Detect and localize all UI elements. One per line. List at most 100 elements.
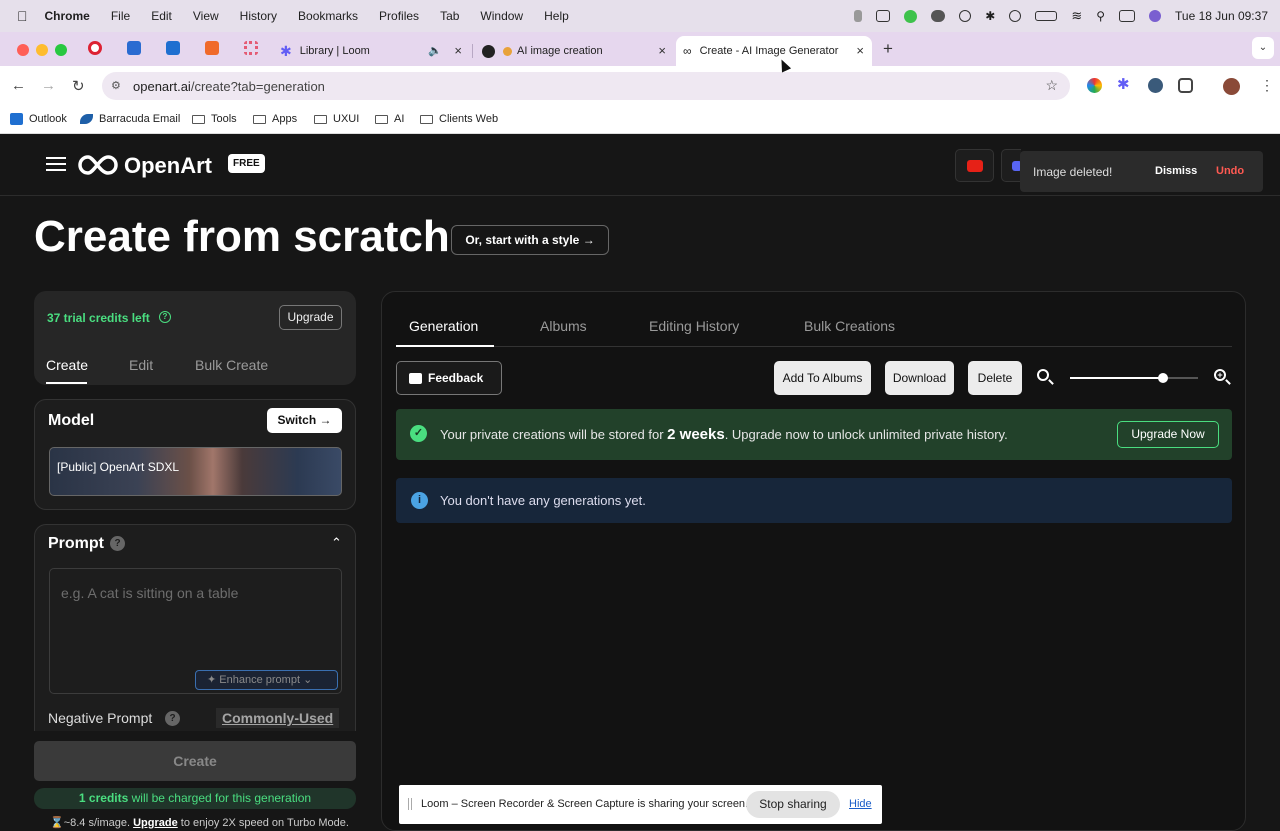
tab-ai-close-icon[interactable]: × (658, 43, 666, 58)
main-tab-albums[interactable]: Albums (540, 318, 587, 334)
hide-link[interactable]: Hide (849, 798, 872, 810)
user-icon[interactable] (1009, 10, 1022, 22)
feedback-button[interactable]: Feedback (396, 361, 502, 395)
logo-text[interactable]: OpenArt (124, 153, 212, 179)
delete-button[interactable]: Delete (968, 361, 1022, 395)
tab-openart-create[interactable]: ∞ Create - AI Image Generator | × (676, 36, 872, 66)
reload-icon[interactable]: ↻ (72, 77, 85, 95)
bluetooth-icon[interactable]: ✱ (985, 9, 995, 23)
negative-help-icon[interactable]: ? (165, 711, 180, 726)
openart-logo-icon[interactable] (76, 153, 120, 177)
menu-file[interactable]: File (111, 9, 130, 23)
pinned-tab-docs-icon[interactable] (127, 41, 141, 55)
commonly-used-button[interactable]: Commonly-Used (216, 708, 340, 728)
check-circle-icon: ✓ (410, 425, 427, 442)
upgrade-button[interactable]: Upgrade (279, 305, 342, 330)
pinned-tab-record-icon[interactable] (88, 41, 102, 55)
loom-extension-icon[interactable]: ✱ (1117, 75, 1132, 93)
mic-icon[interactable] (854, 10, 863, 22)
chrome-colors-extension-icon[interactable] (1087, 78, 1102, 93)
side-tab-bulk-create[interactable]: Bulk Create (195, 357, 268, 373)
main-tab-bulk-creations[interactable]: Bulk Creations (804, 318, 895, 334)
tab-search-button[interactable]: ⌄ (1252, 37, 1274, 59)
menu-history[interactable]: History (240, 9, 277, 23)
speed-upgrade-link[interactable]: Upgrade (133, 817, 178, 829)
menu-profiles[interactable]: Profiles (379, 9, 419, 23)
menu-bookmarks[interactable]: Bookmarks (298, 9, 358, 23)
bookmark-folder-apps[interactable]: Apps (253, 113, 297, 125)
zoom-out-icon[interactable] (1037, 369, 1049, 381)
stop-sharing-button[interactable]: Stop sharing (746, 791, 840, 818)
create-button[interactable]: Create (34, 741, 356, 781)
window-close-button[interactable] (17, 44, 29, 56)
pinned-tab-h-icon[interactable] (205, 41, 219, 55)
enhance-prompt-button[interactable]: ✦ Enhance prompt ⌄ (195, 670, 338, 690)
tab-audio-icon[interactable]: 🔈 (428, 44, 442, 57)
clock[interactable]: Tue 18 Jun 09:37 (1175, 9, 1268, 23)
extensions-puzzle-icon[interactable] (1178, 78, 1193, 93)
menu-tab[interactable]: Tab (440, 9, 459, 23)
side-tab-edit[interactable]: Edit (129, 357, 153, 373)
screen-icon[interactable] (876, 10, 891, 22)
main-tab-editing-history[interactable]: Editing History (649, 318, 739, 334)
menu-help[interactable]: Help (544, 9, 569, 23)
model-switch-button[interactable]: Switch → (267, 408, 342, 433)
upwork-icon[interactable] (904, 9, 918, 23)
pinned-tab-outlook-icon[interactable] (166, 41, 180, 55)
zoom-slider-thumb[interactable] (1158, 373, 1169, 383)
play-icon[interactable] (959, 10, 972, 22)
menu-app-name[interactable]: Chrome (45, 9, 90, 23)
drag-handle-icon[interactable] (408, 798, 412, 810)
window-minimize-button[interactable] (36, 44, 48, 56)
battery-icon[interactable] (1035, 11, 1058, 21)
bookmark-folder-clients-web[interactable]: Clients Web (420, 113, 498, 125)
window-zoom-button[interactable] (55, 44, 67, 56)
toast-undo-button[interactable]: Undo (1216, 165, 1244, 177)
bookmark-folder-uxui[interactable]: UXUI (314, 113, 359, 125)
prompt-textarea[interactable]: e.g. A cat is sitting on a table ✦ Enhan… (49, 568, 342, 694)
model-selector[interactable]: [Public] OpenArt SDXL (49, 447, 342, 496)
prompt-help-icon[interactable]: ? (110, 536, 125, 551)
download-button[interactable]: Download (885, 361, 954, 395)
toast-dismiss-button[interactable]: Dismiss (1155, 165, 1197, 177)
control-center-icon[interactable] (1119, 10, 1136, 22)
menu-view[interactable]: View (193, 9, 219, 23)
site-info-icon[interactable]: ⚙ (111, 79, 121, 92)
tab-loom[interactable]: ✱ Library | Loom 🔈 × (274, 36, 470, 66)
pinned-tab-asana-icon[interactable] (244, 41, 258, 55)
bookmark-folder-ai[interactable]: AI (375, 113, 404, 125)
discord-button[interactable] (1001, 149, 1022, 182)
zoom-in-icon[interactable]: + (1214, 369, 1226, 381)
start-with-style-button[interactable]: Or, start with a style → (451, 225, 609, 255)
search-icon[interactable]: ⚲ (1096, 9, 1105, 23)
profile-avatar[interactable] (1223, 78, 1240, 95)
zoom-slider[interactable] (1070, 373, 1198, 383)
bookmark-folder-tools[interactable]: Tools (192, 113, 237, 125)
youtube-button[interactable] (955, 149, 994, 182)
new-tab-button[interactable]: + (883, 39, 893, 59)
siri-icon[interactable] (1149, 10, 1162, 22)
add-to-albums-button[interactable]: Add To Albums (774, 361, 871, 395)
bookmark-star-icon[interactable]: ☆ (1045, 77, 1058, 94)
chevron-up-icon[interactable]: ⌃ (331, 535, 342, 551)
upgrade-now-button[interactable]: Upgrade Now (1117, 421, 1219, 448)
chrome-menu-icon[interactable]: ⋮ (1260, 77, 1274, 94)
url-bar[interactable]: ⚙ openart.ai/create?tab=generation ☆ (102, 72, 1070, 100)
forward-arrow-icon[interactable]: → (41, 77, 56, 94)
tab-active-close-icon[interactable]: × (856, 43, 864, 58)
credits-help-icon[interactable]: ? (159, 311, 171, 323)
grammar-extension-icon[interactable] (1148, 78, 1163, 93)
apple-icon[interactable]:  (17, 8, 28, 24)
side-tab-create[interactable]: Create (46, 357, 88, 373)
bookmark-barracuda[interactable]: Barracuda Email (80, 113, 180, 125)
wifi-icon[interactable]: ≋ (1071, 8, 1082, 24)
cloud-icon[interactable] (931, 10, 946, 22)
tab-loom-close-icon[interactable]: × (454, 43, 462, 58)
back-arrow-icon[interactable]: ← (11, 77, 26, 94)
main-tab-generation[interactable]: Generation (409, 318, 478, 334)
tab-ai-image-creation[interactable]: AI image creation × (474, 36, 674, 66)
bookmark-outlook[interactable]: Outlook (10, 113, 67, 125)
hamburger-menu-icon[interactable] (46, 157, 66, 159)
menu-edit[interactable]: Edit (151, 9, 172, 23)
menu-window[interactable]: Window (480, 9, 523, 23)
